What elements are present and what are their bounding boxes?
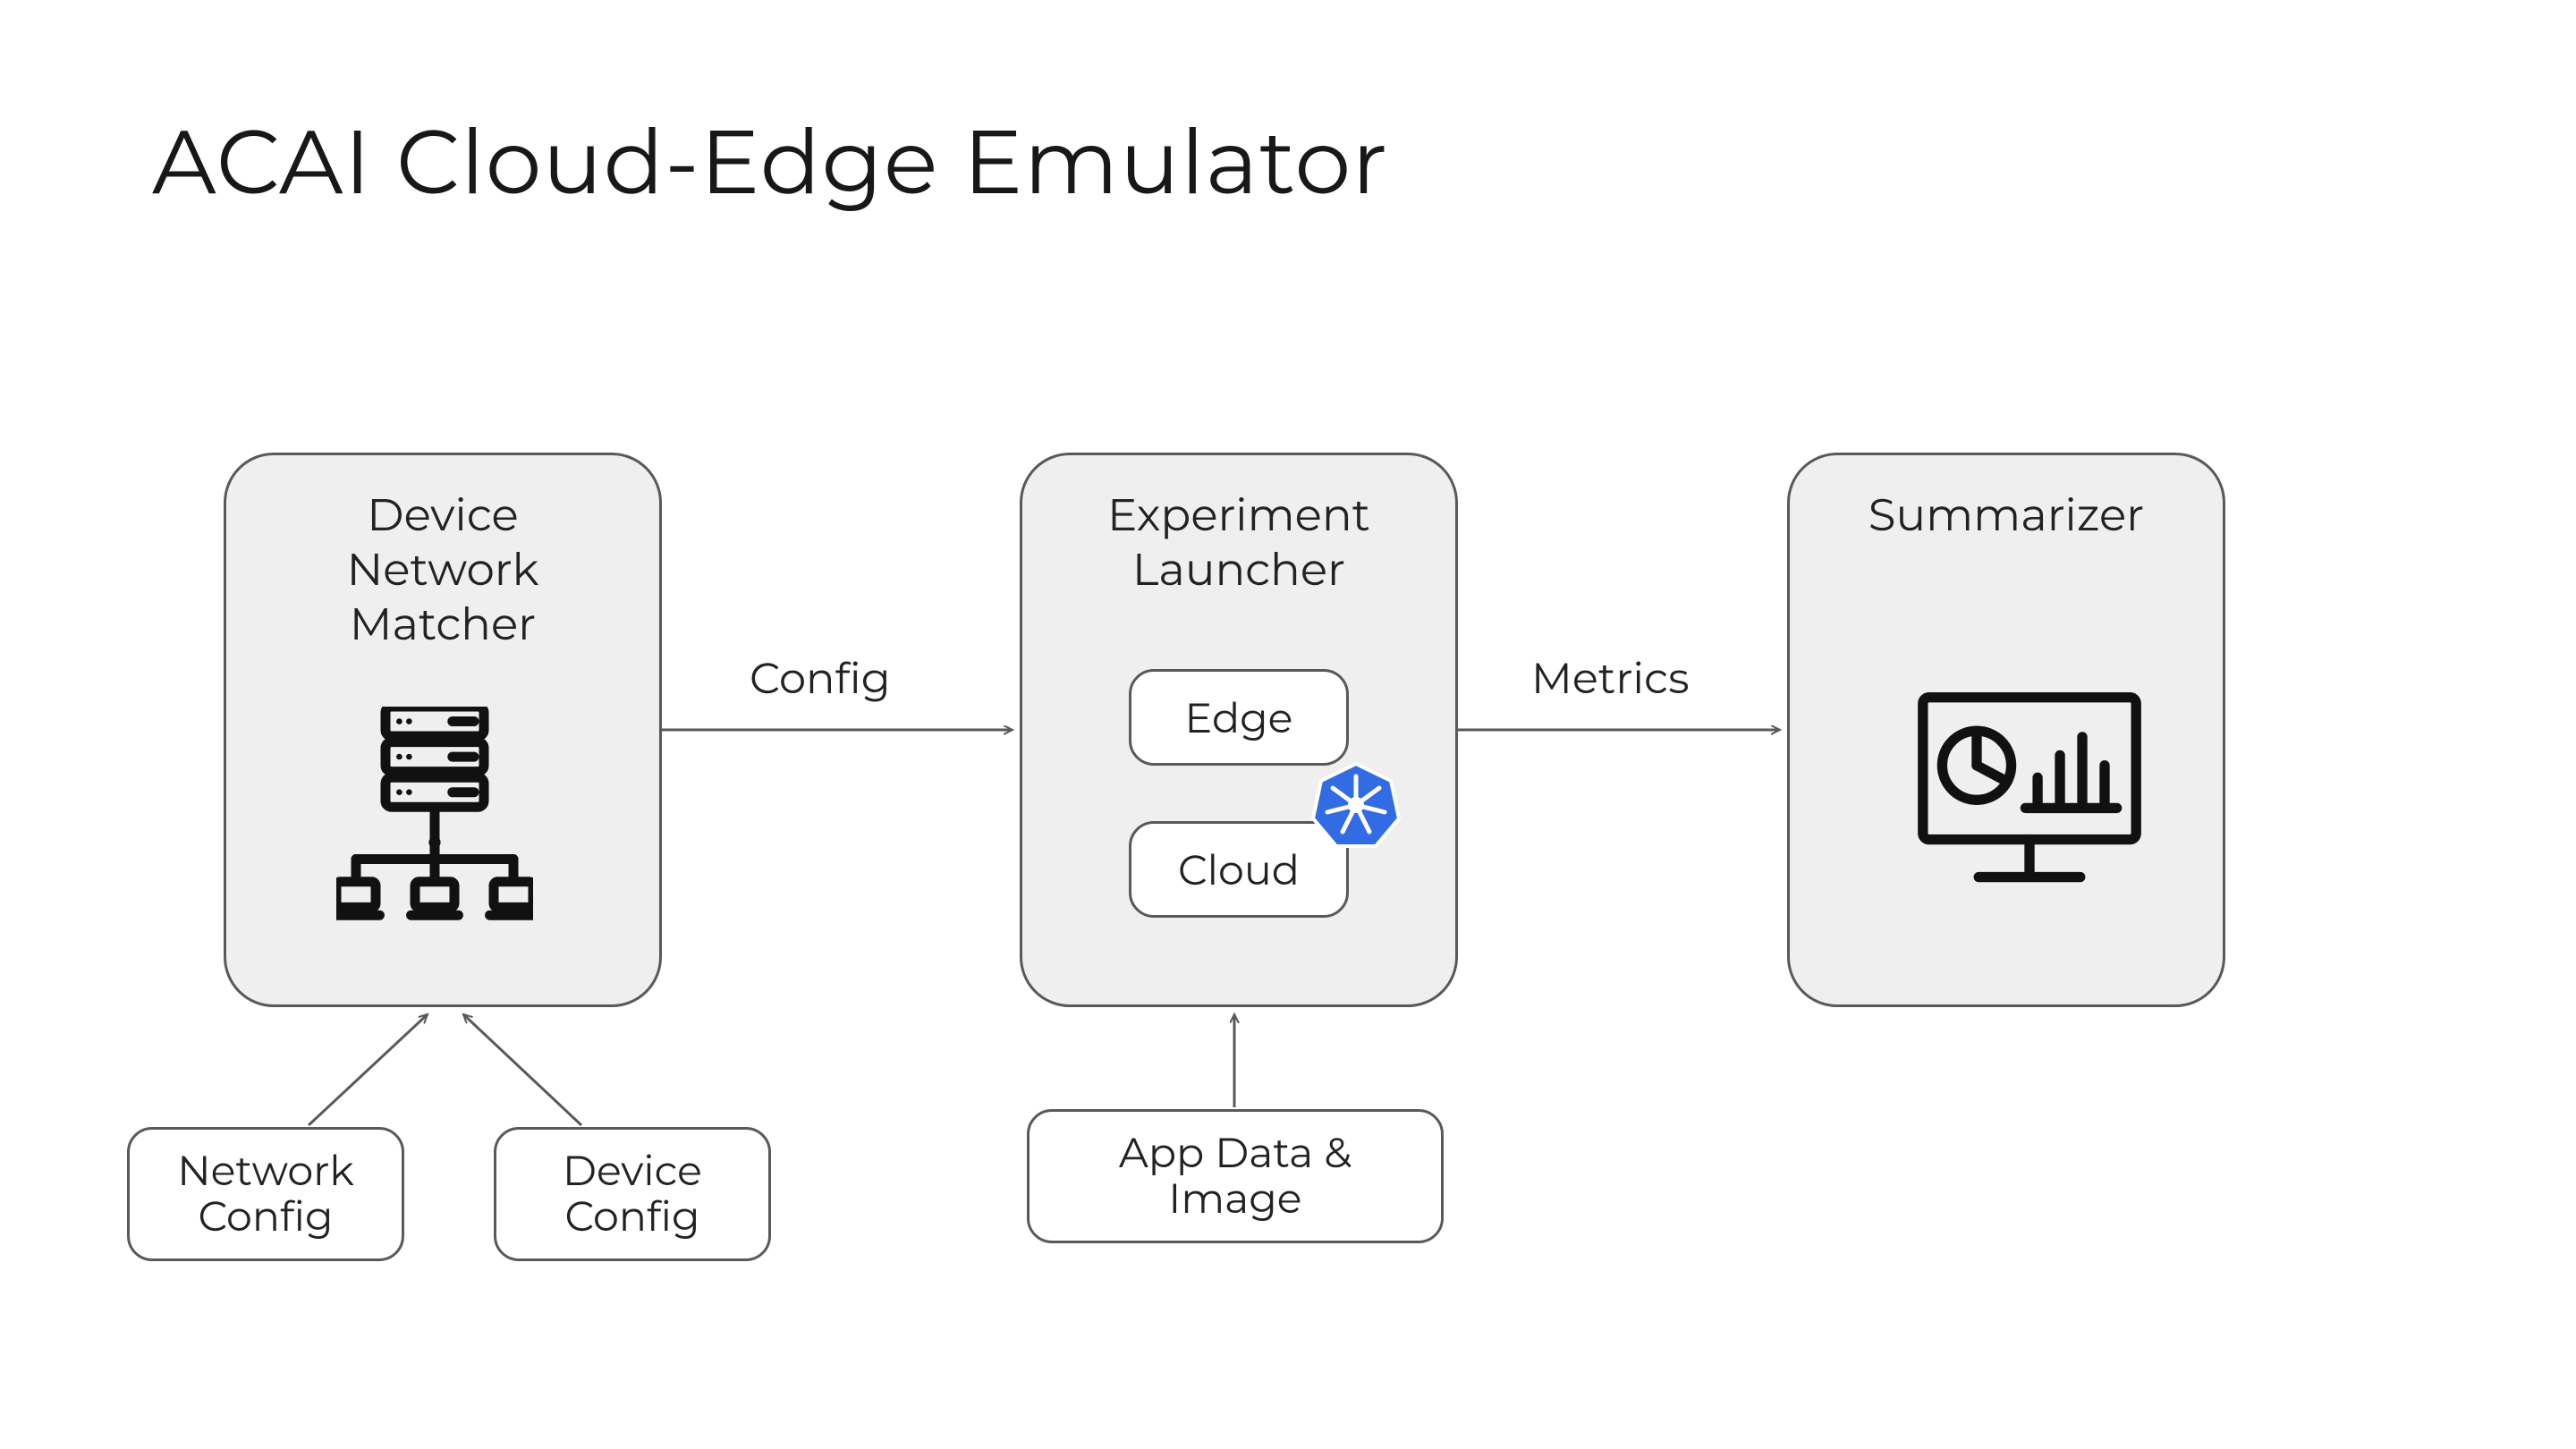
kubernetes-icon <box>1311 760 1401 854</box>
subbox-cloud-label: Cloud <box>1178 844 1300 895</box>
box-device-line2: Network <box>226 542 659 597</box>
page-title: ACAI Cloud-Edge Emulator <box>152 107 1388 216</box>
box-device-line1: Device <box>226 487 659 542</box>
box-device-line3: Matcher <box>226 597 659 651</box>
input-device-config: Device Config <box>494 1127 771 1261</box>
slide-canvas: ACAI Cloud-Edge Emulator Device Network … <box>0 0 2576 1449</box>
input-device-config-line2: Config <box>563 1194 702 1240</box>
input-app-line1: App Data & <box>1119 1131 1352 1176</box>
input-device-config-line1: Device <box>563 1148 702 1194</box>
box-exp-line2: Launcher <box>1022 542 1455 597</box>
input-app-line2: Image <box>1119 1176 1352 1222</box>
subbox-edge: Edge <box>1129 669 1349 766</box>
subbox-edge-label: Edge <box>1185 692 1293 743</box>
server-network-icon <box>336 707 533 937</box>
input-network-config-line1: Network <box>177 1148 354 1194</box>
arrow-label-config: Config <box>750 653 891 705</box>
box-exp-line1: Experiment <box>1022 487 1455 542</box>
input-network-config: Network Config <box>127 1127 404 1261</box>
input-network-config-line2: Config <box>177 1194 354 1240</box>
arrow-label-metrics: Metrics <box>1531 653 1690 705</box>
box-sum-line1: Summarizer <box>1790 487 2223 542</box>
input-app-data-image: App Data & Image <box>1027 1109 1444 1243</box>
monitor-chart-icon <box>1918 692 2141 900</box>
